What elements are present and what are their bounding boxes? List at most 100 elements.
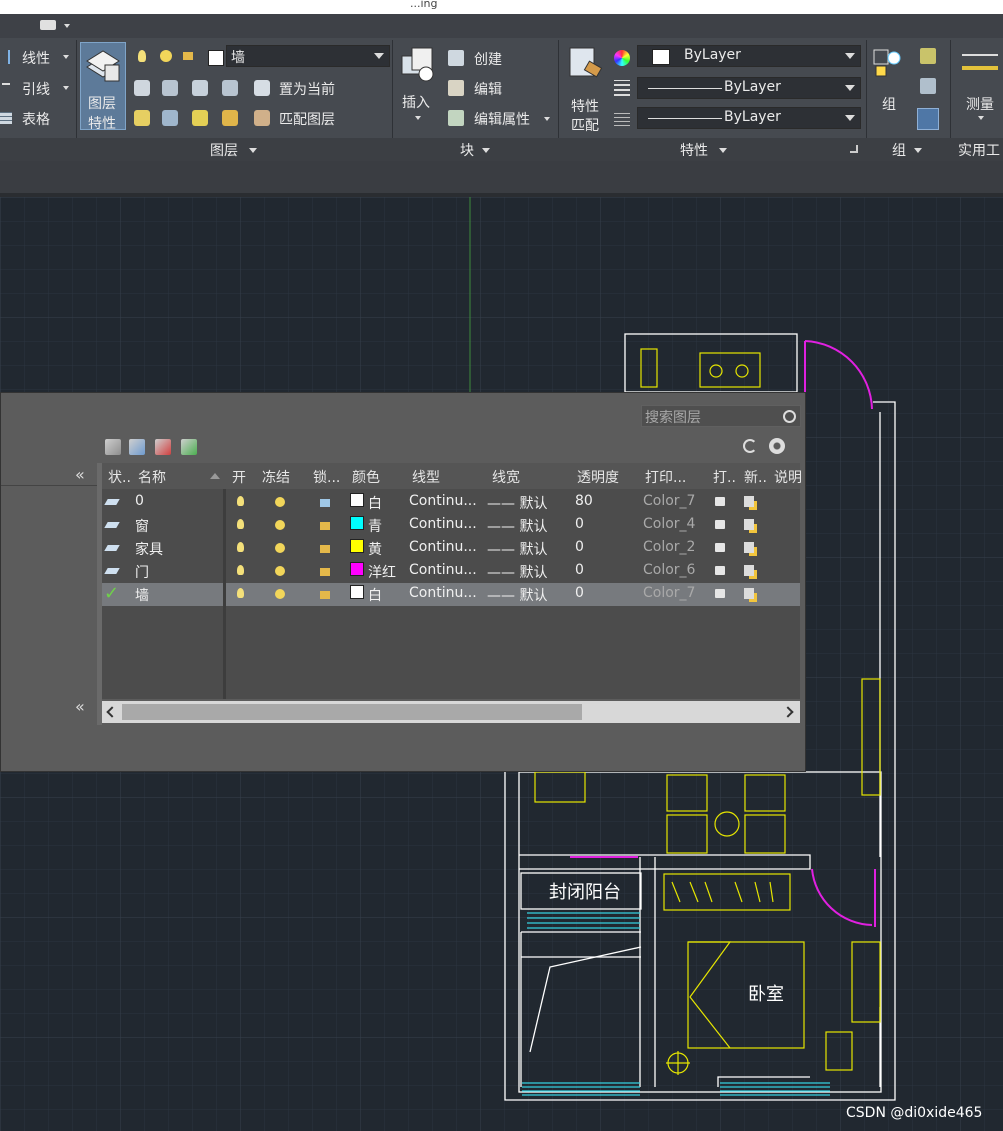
layer-name[interactable]: 0 bbox=[135, 493, 144, 509]
new-vp-freeze-icon[interactable] bbox=[744, 519, 754, 530]
layer-isolate-icon[interactable] bbox=[162, 80, 178, 96]
layer-linetype[interactable]: Continu... bbox=[409, 585, 477, 601]
bulb-on-icon[interactable] bbox=[237, 565, 244, 575]
match-properties-button[interactable]: 特性 匹配 bbox=[564, 42, 608, 134]
printer-icon[interactable] bbox=[715, 589, 725, 598]
edit-attributes-button[interactable]: 编辑属性 bbox=[474, 109, 530, 129]
layer-search-input[interactable]: 搜索图层 bbox=[641, 405, 801, 427]
layer-name[interactable]: 窗 bbox=[135, 516, 149, 536]
measure-button[interactable]: 测量 bbox=[956, 42, 1003, 130]
name-pane-divider[interactable] bbox=[223, 489, 226, 699]
color-combo[interactable]: ByLayer bbox=[637, 45, 861, 67]
layer-list[interactable]: 状.. 名称 开 冻结 锁... 颜色 线型 线宽 透明度 打印... 打.. … bbox=[102, 463, 802, 699]
col-name[interactable]: 名称 bbox=[138, 467, 166, 487]
bulb-on-icon[interactable] bbox=[237, 588, 244, 598]
unlock-icon[interactable] bbox=[183, 52, 193, 60]
col-transparency[interactable]: 透明度 bbox=[577, 467, 619, 487]
set-current-button[interactable]: 置为当前 bbox=[279, 79, 335, 99]
linear-dim-button[interactable]: 线性 bbox=[22, 48, 50, 68]
sun-icon[interactable] bbox=[275, 589, 285, 599]
layer-row[interactable]: 门 洋红 Continu... —— 默认 0 Color_6 bbox=[102, 560, 800, 583]
leader-button[interactable]: 引线 bbox=[22, 79, 50, 99]
layer-linetype[interactable]: Continu... bbox=[409, 539, 477, 555]
layer-properties-button[interactable]: 图层 特性 bbox=[80, 42, 126, 132]
horizontal-scrollbar[interactable] bbox=[102, 701, 800, 723]
table-icon[interactable] bbox=[0, 112, 12, 124]
unlock-icon[interactable] bbox=[320, 568, 330, 576]
sun-icon[interactable] bbox=[160, 50, 172, 62]
sun-icon[interactable] bbox=[275, 543, 285, 553]
layer-linetype[interactable]: Continu... bbox=[409, 493, 477, 509]
insert-block-button[interactable]: 插入 bbox=[398, 42, 440, 130]
layer-properties-manager[interactable]: 搜索图层 « « 状.. 名称 开 冻结 锁... 颜色 线型 线宽 透明度 打… bbox=[0, 392, 806, 772]
col-description[interactable]: 说明 bbox=[774, 467, 802, 487]
layer-color-swatch[interactable] bbox=[350, 539, 364, 553]
chevron-down-icon[interactable] bbox=[64, 24, 70, 28]
col-lineweight[interactable]: 线宽 bbox=[492, 467, 520, 487]
ungroup-icon[interactable] bbox=[920, 48, 936, 64]
new-layer-icon[interactable] bbox=[105, 439, 121, 455]
gear-icon[interactable] bbox=[769, 438, 785, 454]
layer-lineweight[interactable]: —— 默认 bbox=[487, 493, 547, 513]
layer-freeze-icon[interactable] bbox=[192, 80, 208, 96]
bulb-on-icon[interactable] bbox=[138, 50, 146, 62]
layer-lock-icon[interactable] bbox=[222, 80, 238, 96]
new-vp-freeze-icon[interactable] bbox=[744, 588, 754, 599]
layer-color-name[interactable]: 洋红 bbox=[368, 562, 396, 582]
layer-transparency[interactable]: 80 bbox=[575, 493, 593, 509]
lineweight-combo[interactable]: ByLayer bbox=[637, 107, 861, 129]
chevron-down-icon[interactable] bbox=[719, 148, 727, 153]
printer-icon[interactable] bbox=[715, 543, 725, 552]
layer-panel-title[interactable]: 图层 bbox=[210, 140, 238, 160]
col-color[interactable]: 颜色 bbox=[352, 467, 380, 487]
create-block-icon[interactable] bbox=[448, 50, 464, 66]
table-button[interactable]: 表格 bbox=[22, 109, 50, 129]
layer-lineweight[interactable]: —— 默认 bbox=[487, 516, 547, 536]
edit-block-button[interactable]: 编辑 bbox=[474, 79, 502, 99]
printer-icon[interactable] bbox=[715, 497, 725, 506]
layer-row[interactable]: 窗 青 Continu... —— 默认 0 Color_4 bbox=[102, 514, 800, 537]
workspace-switch-icon[interactable] bbox=[40, 20, 56, 30]
printer-icon[interactable] bbox=[715, 566, 725, 575]
delete-layer-icon[interactable] bbox=[155, 439, 171, 455]
layer-transparency[interactable]: 0 bbox=[575, 539, 584, 555]
group-select-toggle-icon[interactable] bbox=[917, 108, 939, 130]
scrollbar-thumb[interactable] bbox=[122, 704, 582, 720]
layer-color-swatch[interactable] bbox=[350, 562, 364, 576]
bulb-on-icon[interactable] bbox=[237, 542, 244, 552]
layer-color-swatch[interactable] bbox=[350, 516, 364, 530]
bulb-on-icon[interactable] bbox=[237, 496, 244, 506]
layer-transparency[interactable]: 0 bbox=[575, 585, 584, 601]
group-panel-title[interactable]: 组 bbox=[892, 140, 906, 160]
layer-lineweight[interactable]: —— 默认 bbox=[487, 539, 547, 559]
col-plot-style[interactable]: 打印... bbox=[645, 467, 686, 487]
match-layer-button[interactable]: 匹配图层 bbox=[279, 109, 335, 129]
layer-transparency[interactable]: 0 bbox=[575, 562, 584, 578]
new-layer-vp-frozen-icon[interactable] bbox=[129, 439, 145, 455]
bulb-on-icon[interactable] bbox=[237, 519, 244, 529]
unlock-icon[interactable] bbox=[320, 545, 330, 553]
layer-unisolate-icon[interactable] bbox=[162, 110, 178, 126]
scroll-left-icon[interactable] bbox=[106, 706, 118, 718]
properties-panel-title[interactable]: 特性 bbox=[680, 140, 708, 160]
unlock-icon[interactable] bbox=[320, 522, 330, 530]
linetype-combo[interactable]: ByLayer bbox=[637, 77, 861, 99]
leader-icon[interactable] bbox=[2, 83, 10, 93]
layer-name[interactable]: 墙 bbox=[135, 585, 149, 605]
new-vp-freeze-icon[interactable] bbox=[744, 542, 754, 553]
col-on[interactable]: 开 bbox=[232, 467, 246, 487]
layer-linetype[interactable]: Continu... bbox=[409, 516, 477, 532]
group-button[interactable]: 组 bbox=[870, 42, 912, 130]
linear-dimension-icon[interactable] bbox=[2, 50, 10, 64]
layer-row[interactable]: ✓ 墙 白 Continu... —— 默认 0 Color_7 bbox=[102, 583, 800, 606]
col-plot[interactable]: 打.. bbox=[713, 467, 736, 487]
chevron-down-icon[interactable] bbox=[544, 117, 550, 121]
new-vp-freeze-icon[interactable] bbox=[744, 565, 754, 576]
col-status[interactable]: 状.. bbox=[108, 467, 131, 487]
new-vp-freeze-icon[interactable] bbox=[744, 496, 754, 507]
layer-lineweight[interactable]: —— 默认 bbox=[487, 562, 547, 582]
block-panel-title[interactable]: 块 bbox=[460, 140, 474, 160]
layer-linetype[interactable]: Continu... bbox=[409, 562, 477, 578]
col-freeze[interactable]: 冻结 bbox=[262, 467, 290, 487]
layer-name[interactable]: 家具 bbox=[135, 539, 163, 559]
